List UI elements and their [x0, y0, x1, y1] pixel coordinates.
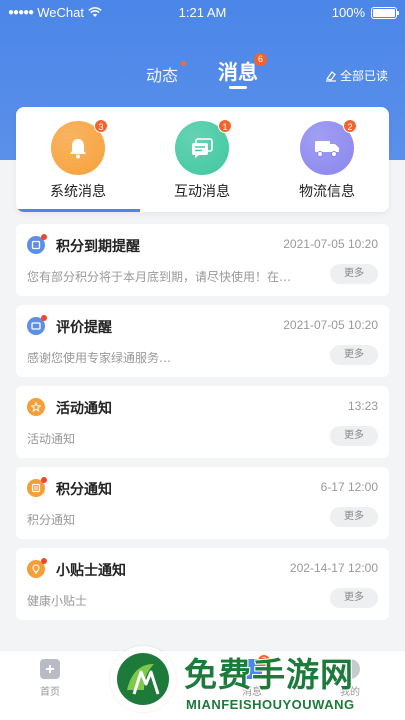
- category-system-badge: 3: [94, 119, 108, 133]
- message-body: 健康小贴士: [27, 594, 88, 608]
- battery-percent: 100%: [331, 5, 365, 20]
- tab-xiaoxi-badge: 6: [254, 53, 267, 66]
- tab-dongtai-dot: [181, 61, 186, 66]
- tab-xiaoxi[interactable]: 消息: [218, 56, 258, 85]
- category-card: 3 系统消息 1 互动消息 2 物流信息: [16, 107, 389, 212]
- unread-dot: [41, 477, 47, 483]
- read-all-button[interactable]: 全部已读: [325, 67, 388, 84]
- category-interaction-badge: 1: [218, 119, 232, 133]
- message-card-activity[interactable]: 活动通知 13:23 活动通知 更多: [16, 386, 389, 458]
- message-title: 积分到期提醒: [56, 239, 140, 255]
- truck-icon: [315, 141, 339, 157]
- message-time: 202-14-17 12:00: [289, 561, 378, 575]
- tab-active-underline: [229, 86, 247, 89]
- unread-dot: [41, 558, 47, 564]
- message-title: 活动通知: [56, 401, 112, 417]
- message-time: 2021-07-05 10:20: [283, 237, 378, 251]
- chat-icon: [192, 138, 213, 158]
- category-interaction-label: 互动消息: [174, 184, 230, 200]
- battery-level: [373, 8, 395, 17]
- more-button[interactable]: 更多: [330, 507, 378, 527]
- category-system[interactable]: 3 系统消息: [16, 107, 140, 212]
- category-logistics-badge: 2: [343, 119, 357, 133]
- category-system-label: 系统消息: [50, 184, 106, 200]
- watermark-title: 免费手游网: [184, 655, 354, 694]
- message-time: 6-17 12:00: [320, 480, 378, 494]
- category-interaction[interactable]: 1 互动消息: [140, 107, 264, 212]
- unread-dot: [41, 234, 47, 240]
- tabbar-home-label: 首页: [40, 687, 60, 698]
- bell-icon: [70, 139, 86, 159]
- top-tabs: 动态 消息 6 全部已读: [0, 53, 405, 90]
- home-icon: [40, 659, 60, 679]
- tabbar-home[interactable]: 首页: [30, 659, 70, 698]
- more-button[interactable]: 更多: [330, 264, 378, 284]
- message-card-tips[interactable]: 小贴士通知 202-14-17 12:00 健康小贴士 更多: [16, 548, 389, 620]
- message-body: 积分通知: [27, 513, 76, 527]
- category-logistics-label: 物流信息: [299, 184, 355, 200]
- watermark-subtitle: MIANFEISHOUYOUWANG: [186, 697, 355, 712]
- message-time: 2021-07-05 10:20: [283, 318, 378, 332]
- tab-dongtai[interactable]: 动态: [146, 62, 178, 86]
- activity-icon: [27, 398, 45, 416]
- more-button[interactable]: 更多: [330, 588, 378, 608]
- message-card-review[interactable]: 评价提醒 2021-07-05 10:20 感谢您使用专家绿通服务… 更多: [16, 305, 389, 377]
- message-title: 评价提醒: [56, 320, 112, 336]
- watermark-logo-icon: [117, 653, 169, 705]
- message-body: 活动通知: [27, 432, 76, 446]
- more-button[interactable]: 更多: [330, 345, 378, 365]
- message-card-points-expiry[interactable]: 积分到期提醒 2021-07-05 10:20 您有部分积分将于本月底到期，请尽…: [16, 224, 389, 296]
- category-logistics[interactable]: 2 物流信息: [265, 107, 389, 212]
- category-active-indicator: [16, 209, 140, 212]
- status-right: 100%: [331, 5, 399, 20]
- unread-dot: [41, 315, 47, 321]
- status-bar: ●●●●● WeChat 1:21 AM 100%: [0, 0, 405, 26]
- eraser-icon: [325, 70, 336, 82]
- battery-icon: [371, 6, 399, 19]
- message-time: 13:23: [347, 399, 378, 413]
- message-title: 积分通知: [56, 482, 112, 498]
- message-card-points[interactable]: 积分通知 6-17 12:00 积分通知 更多: [16, 467, 389, 539]
- watermark-logo: [110, 646, 176, 712]
- message-title: 小贴士通知: [56, 563, 126, 579]
- more-button[interactable]: 更多: [330, 426, 378, 446]
- message-body: 感谢您使用专家绿通服务…: [27, 351, 172, 365]
- read-all-label: 全部已读: [339, 69, 388, 83]
- message-body: 您有部分积分将于本月底到期，请尽快使用！在…: [27, 270, 292, 284]
